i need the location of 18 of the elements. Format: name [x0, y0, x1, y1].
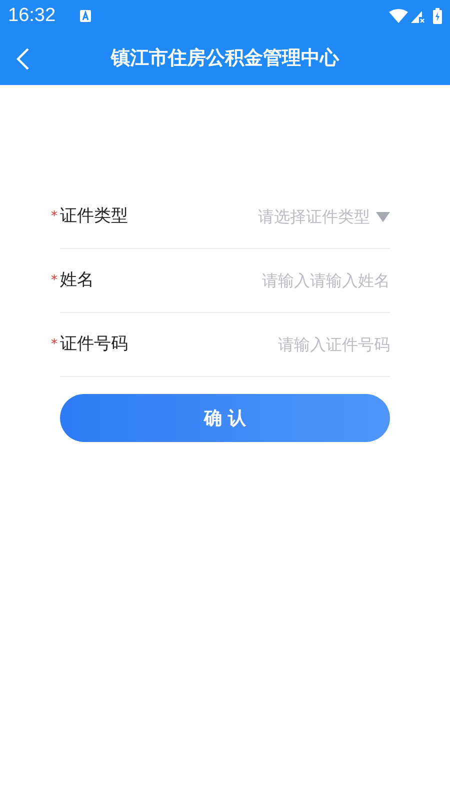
- wifi-icon: [389, 9, 408, 23]
- battery-icon: [433, 8, 442, 24]
- field-label: 证件类型: [60, 204, 128, 228]
- required-mark: *: [51, 208, 58, 226]
- status-time: 16:32: [8, 4, 56, 28]
- signal-icon: [411, 9, 425, 23]
- page-title: 镇江市住房公积金管理中心: [111, 46, 339, 72]
- type-select[interactable]: 请选择证件类型: [258, 204, 390, 228]
- notification-icon: [80, 10, 91, 22]
- field-label: 证件号码: [60, 332, 128, 356]
- required-mark: *: [51, 336, 58, 354]
- dropdown-icon: [376, 212, 390, 222]
- confirm-button[interactable]: 确 认: [60, 394, 390, 442]
- back-icon[interactable]: [16, 46, 30, 70]
- required-mark: *: [51, 272, 58, 290]
- input-field[interactable]: 请输入请输入姓名: [190, 268, 390, 292]
- input-field[interactable]: 请输入证件号码: [190, 332, 390, 356]
- field-label: 姓名: [60, 268, 94, 292]
